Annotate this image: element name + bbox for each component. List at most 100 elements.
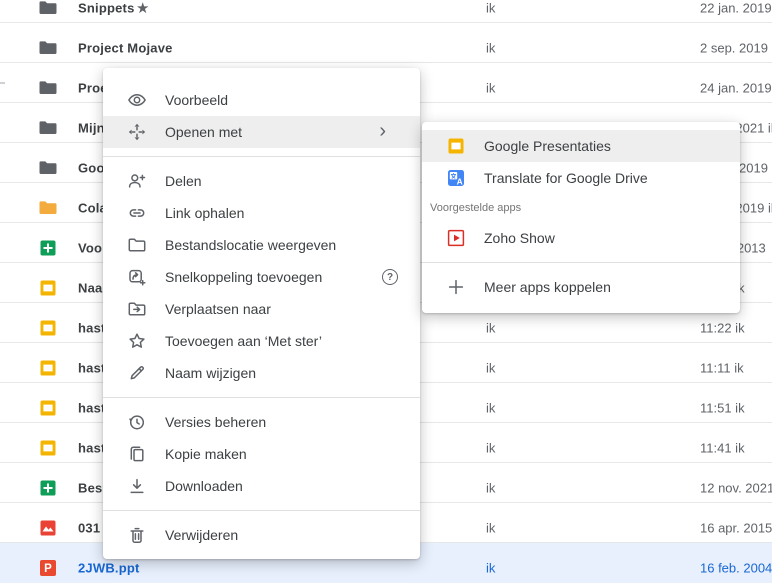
menu-item-label: Voorbeeld bbox=[165, 92, 228, 108]
menu-item-voorbeeld[interactable]: Voorbeeld bbox=[103, 84, 420, 116]
menu-item-label: Snelkoppeling toevoegen bbox=[165, 269, 322, 285]
file-name: Mijn bbox=[78, 121, 105, 136]
history-icon bbox=[127, 412, 147, 432]
menu-item-openen-met[interactable]: Openen met› bbox=[103, 116, 420, 148]
menu-item-label: Bestandslocatie weergeven bbox=[165, 237, 336, 253]
file-owner: ik bbox=[486, 1, 495, 16]
file-owner: ik bbox=[486, 481, 495, 496]
file-owner: ik bbox=[486, 521, 495, 536]
open-with-submenu: Google Presentaties A Translate for Google… bbox=[422, 122, 740, 313]
file-modified-date: 12 nov. 2021 bbox=[700, 481, 772, 496]
slides-file-icon bbox=[38, 398, 58, 418]
pencil-icon bbox=[127, 363, 147, 383]
file-name: hast bbox=[78, 401, 106, 416]
file-modified-date: 11:51 ik bbox=[700, 401, 745, 416]
menu-item-downloaden[interactable]: Downloaden bbox=[103, 470, 420, 502]
submenu-item-label: Google Presentaties bbox=[484, 138, 611, 154]
menu-divider bbox=[103, 510, 420, 511]
left-nav-remnant bbox=[0, 82, 5, 84]
file-name: 2JWB.ppt bbox=[78, 561, 140, 576]
file-row[interactable]: Snippets★ik22 jan. 2019 bbox=[0, 0, 772, 23]
menu-item-naam-wijzigen[interactable]: Naam wijzigen bbox=[103, 357, 420, 389]
submenu-item-meer-apps-koppelen[interactable]: Meer apps koppelen bbox=[422, 271, 740, 303]
zoho-show-icon bbox=[446, 228, 466, 248]
menu-item-label: Naam wijzigen bbox=[165, 365, 256, 381]
menu-item-label: Downloaden bbox=[165, 478, 243, 494]
translate-icon: A bbox=[446, 168, 466, 188]
menu-item-label: Versies beheren bbox=[165, 414, 266, 430]
menu-item-delen[interactable]: Delen bbox=[103, 165, 420, 197]
menu-item-label: Kopie maken bbox=[165, 446, 247, 462]
file-name: Goo bbox=[78, 161, 105, 176]
file-name: 031 bbox=[78, 521, 100, 536]
svg-text:A: A bbox=[457, 177, 463, 187]
folder-icon bbox=[38, 118, 58, 138]
file-modified-date: 16 apr. 2015 bbox=[700, 521, 772, 536]
sheets-file-icon bbox=[38, 238, 58, 258]
folder-icon bbox=[38, 158, 58, 178]
menu-item-label: Openen met bbox=[165, 124, 242, 140]
menu-item-label: Verplaatsen naar bbox=[165, 301, 271, 317]
menu-item-label: Link ophalen bbox=[165, 205, 244, 221]
plus-icon bbox=[446, 277, 466, 297]
star-outline-icon bbox=[127, 331, 147, 351]
add-shortcut-icon bbox=[127, 267, 147, 287]
file-row[interactable]: Project Mojaveik2 sep. 2019 bbox=[0, 23, 772, 63]
file-name: Bes bbox=[78, 481, 102, 496]
file-name: hast bbox=[78, 321, 106, 336]
submenu-divider bbox=[422, 262, 740, 263]
folder-icon bbox=[38, 0, 58, 18]
copy-icon bbox=[127, 444, 147, 464]
slides-file-icon bbox=[446, 136, 466, 156]
move-folder-icon bbox=[127, 299, 147, 319]
submenu-item-translate-for-google-drive[interactable]: A Translate for Google Drive bbox=[422, 162, 740, 194]
submenu-item-label: Translate for Google Drive bbox=[484, 170, 648, 186]
file-modified-date: 11:22 ik bbox=[700, 321, 745, 336]
sheets-file-icon bbox=[38, 478, 58, 498]
image-file-icon bbox=[38, 518, 58, 538]
menu-item-versies-beheren[interactable]: Versies beheren bbox=[103, 406, 420, 438]
menu-item-verplaatsen-naar[interactable]: Verplaatsen naar bbox=[103, 293, 420, 325]
menu-item-snelkoppeling-toevoegen[interactable]: Snelkoppeling toevoegen? bbox=[103, 261, 420, 293]
file-owner: ik bbox=[486, 561, 495, 576]
slides-file-icon bbox=[38, 318, 58, 338]
submenu-item-google-presentaties[interactable]: Google Presentaties bbox=[422, 130, 740, 162]
menu-divider bbox=[103, 397, 420, 398]
file-owner: ik bbox=[486, 401, 495, 416]
file-name: Snippets bbox=[78, 1, 135, 16]
powerpoint-file-icon: P bbox=[38, 558, 58, 578]
file-name: hast bbox=[78, 361, 106, 376]
slides-file-icon bbox=[38, 358, 58, 378]
menu-item-bestandslocatie-weergeven[interactable]: Bestandslocatie weergeven bbox=[103, 229, 420, 261]
submenu-item-zoho-show[interactable]: Zoho Show bbox=[422, 222, 740, 254]
file-name: hast bbox=[78, 441, 106, 456]
file-owner: ik bbox=[486, 441, 495, 456]
trash-icon bbox=[127, 525, 147, 545]
file-modified-date: 11:41 ik bbox=[700, 441, 745, 456]
menu-item-toevoegen-aan-met-ster[interactable]: Toevoegen aan ‘Met ster’ bbox=[103, 325, 420, 357]
menu-item-label: Verwijderen bbox=[165, 527, 238, 543]
submenu-item-label: Zoho Show bbox=[484, 230, 555, 246]
file-modified-date: 24 jan. 2019 bbox=[700, 81, 772, 96]
person-add-icon bbox=[127, 171, 147, 191]
menu-item-kopie-maken[interactable]: Kopie maken bbox=[103, 438, 420, 470]
slides-file-icon bbox=[38, 438, 58, 458]
eye-icon bbox=[127, 90, 147, 110]
svg-text:P: P bbox=[44, 563, 52, 575]
submenu-item-label: Meer apps koppelen bbox=[484, 279, 611, 295]
download-icon bbox=[127, 476, 147, 496]
file-modified-date: 22 jan. 2019 bbox=[700, 1, 772, 16]
suggested-apps-header: Voorgestelde apps bbox=[422, 194, 740, 222]
file-owner: ik bbox=[486, 81, 495, 96]
file-modified-date: 16 feb. 2004 bbox=[700, 561, 772, 576]
folder-icon bbox=[38, 38, 58, 58]
menu-item-link-ophalen[interactable]: Link ophalen bbox=[103, 197, 420, 229]
context-menu: Voorbeeld Openen met› Delen Link ophalen Bes… bbox=[103, 68, 420, 559]
menu-item-label: Delen bbox=[165, 173, 202, 189]
file-modified-date: 2 sep. 2019 bbox=[700, 41, 768, 56]
menu-item-verwijderen[interactable]: Verwijderen bbox=[103, 519, 420, 551]
menu-item-label: Toevoegen aan ‘Met ster’ bbox=[165, 333, 322, 349]
help-icon[interactable]: ? bbox=[382, 269, 398, 285]
file-owner: ik bbox=[486, 321, 495, 336]
file-name: Voo bbox=[78, 241, 102, 256]
